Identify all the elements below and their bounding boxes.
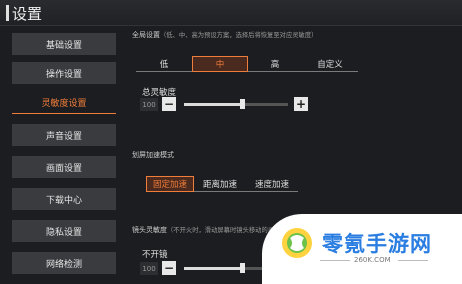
section-title: 全局设置: [132, 31, 160, 39]
sidebar-item-downloads[interactable]: 下载中心: [12, 188, 116, 210]
watermark-divider: [320, 260, 350, 261]
watermark-url: 260K.COM: [354, 256, 391, 264]
sidebar-item-label: 灵敏度设置: [41, 99, 87, 109]
global-settings-heading: 全局设置（低、中、高为预设方案，选择后将恢复至对应灵敏度）: [132, 30, 317, 40]
site-watermark: 零氪手游网 260K.COM: [262, 214, 462, 284]
sidebar-item-sound[interactable]: 声音设置: [12, 124, 116, 146]
no-scope-label: 不开镜: [142, 250, 168, 260]
decrease-no-scope-sensitivity-button[interactable]: −: [162, 261, 176, 275]
sidebar-item-network[interactable]: 网络检测: [12, 252, 116, 274]
swipe-accel-selector: 固定加速 距离加速 速度加速: [146, 176, 298, 192]
preset-option-low[interactable]: 低: [136, 56, 192, 72]
preset-selector: 低 中 高 自定义: [136, 56, 358, 72]
section-note: （低、中、高为预设方案，选择后将恢复至对应灵敏度）: [160, 32, 318, 39]
slider-fill: [184, 267, 243, 270]
sidebar-item-label: 网络检测: [45, 259, 82, 270]
accel-option-distance[interactable]: 距离加速: [194, 176, 246, 192]
minus-icon: −: [163, 261, 175, 275]
section-title: 镜头灵敏度: [132, 226, 167, 234]
increase-total-sensitivity-button[interactable]: +: [294, 97, 308, 111]
watermark-divider: [398, 260, 428, 261]
decrease-total-sensitivity-button[interactable]: −: [162, 97, 176, 111]
sidebar-item-sensitivity[interactable]: 灵敏度设置: [12, 92, 116, 114]
swipe-accel-heading: 划屏加速模式: [132, 151, 174, 159]
title-bar: 设置: [0, 0, 462, 26]
total-sensitivity-slider[interactable]: [184, 99, 288, 109]
slider-thumb[interactable]: [240, 263, 246, 273]
preset-option-medium[interactable]: 中: [192, 56, 248, 72]
sidebar: 基础设置 操作设置 灵敏度设置 声音设置 画面设置 下载中心 隐私设置 网络检测: [0, 26, 122, 284]
sidebar-item-label: 基础设置: [45, 40, 82, 51]
no-scope-sensitivity-value[interactable]: 100: [140, 262, 158, 275]
accel-option-fixed[interactable]: 固定加速: [146, 176, 194, 192]
sidebar-item-label: 隐私设置: [45, 227, 82, 238]
accel-option-speed[interactable]: 速度加速: [246, 176, 298, 192]
sidebar-item-label: 画面设置: [45, 163, 82, 174]
preset-option-custom[interactable]: 自定义: [302, 56, 358, 72]
total-sensitivity-value[interactable]: 100: [140, 98, 158, 111]
minus-icon: −: [163, 97, 175, 111]
plus-icon: +: [295, 97, 307, 111]
sidebar-item-controls[interactable]: 操作设置: [12, 62, 116, 84]
watermark-logo-icon: [282, 228, 312, 258]
sidebar-item-privacy[interactable]: 隐私设置: [12, 220, 116, 242]
window-title: 设置: [12, 5, 43, 23]
title-accent-bar: [6, 5, 9, 21]
sidebar-item-label: 声音设置: [45, 131, 82, 142]
preset-option-high[interactable]: 高: [248, 56, 302, 72]
sidebar-item-label: 下载中心: [45, 195, 82, 206]
watermark-text: 零氪手游网: [322, 232, 432, 256]
sidebar-item-label: 操作设置: [45, 69, 82, 80]
slider-thumb[interactable]: [240, 99, 246, 109]
sidebar-item-graphics[interactable]: 画面设置: [12, 156, 116, 178]
sidebar-item-basic[interactable]: 基础设置: [12, 33, 116, 55]
slider-fill: [184, 103, 243, 106]
